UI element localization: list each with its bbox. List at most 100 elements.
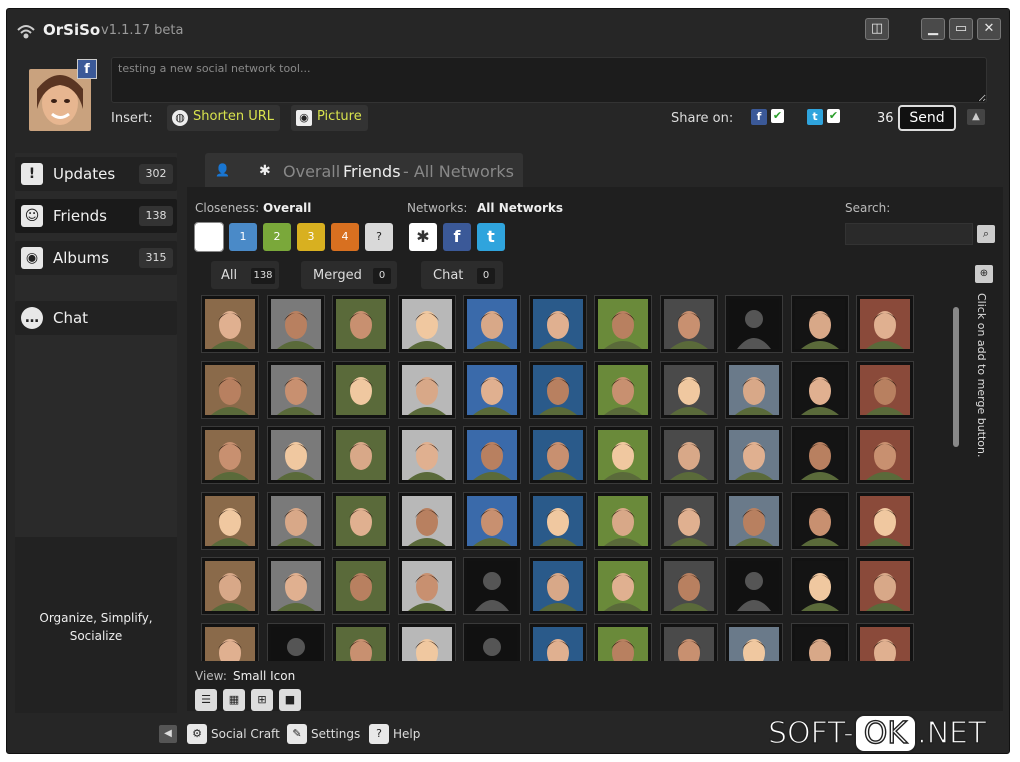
sidebar-item-updates[interactable]: ! Updates 302 xyxy=(15,157,177,191)
friend-avatar-tile[interactable] xyxy=(856,557,914,615)
friend-avatar-tile[interactable] xyxy=(725,622,783,661)
friend-avatar-tile[interactable] xyxy=(397,622,456,661)
subtab-merged[interactable]: Merged 0 xyxy=(301,261,397,289)
friend-avatar-tile[interactable] xyxy=(201,622,259,661)
close-button[interactable]: ✕ xyxy=(977,18,1001,40)
subtab-chat[interactable]: Chat 0 xyxy=(421,261,503,289)
friend-avatar-tile[interactable] xyxy=(594,295,652,353)
friend-avatar-tile[interactable] xyxy=(266,426,325,484)
help-link[interactable]: ? Help xyxy=(369,723,420,745)
closeness-all-button[interactable] xyxy=(194,222,224,252)
grid-scrollbar[interactable] xyxy=(951,295,961,661)
friend-avatar-tile[interactable] xyxy=(463,360,521,419)
all-networks-button[interactable]: ✱ xyxy=(409,223,437,251)
friend-avatar-tile[interactable] xyxy=(332,360,390,419)
share-twitter-toggle[interactable]: t xyxy=(807,109,823,125)
friend-avatar-tile[interactable] xyxy=(856,426,914,484)
twitter-check-icon[interactable]: ✔ xyxy=(827,109,840,123)
sidebar-item-albums[interactable]: ◉ Albums 315 xyxy=(15,241,177,275)
friend-avatar-tile[interactable] xyxy=(856,295,914,353)
friend-avatar-tile[interactable] xyxy=(528,557,587,615)
friend-avatar-tile[interactable] xyxy=(397,557,456,615)
picture-button[interactable]: ◉ Picture xyxy=(291,105,368,131)
closeness-2-button[interactable]: 2 xyxy=(263,223,291,251)
closeness-1-button[interactable]: 1 xyxy=(229,223,257,251)
friend-avatar-tile[interactable] xyxy=(659,360,718,419)
friend-avatar-tile[interactable] xyxy=(397,426,456,484)
scrollbar-thumb[interactable] xyxy=(953,307,959,447)
friend-avatar-tile[interactable] xyxy=(201,491,259,550)
friend-avatar-tile[interactable] xyxy=(790,622,849,661)
collapse-sidebar-icon[interactable]: ◀ xyxy=(159,725,177,743)
friend-avatar-tile[interactable] xyxy=(463,426,521,484)
friend-avatar-tile[interactable] xyxy=(856,360,914,419)
status-input[interactable]: testing a new social network tool... xyxy=(111,57,987,103)
friend-avatar-tile[interactable] xyxy=(463,491,521,550)
friend-avatar-tile[interactable] xyxy=(201,426,259,484)
friend-avatar-tile[interactable] xyxy=(528,491,587,550)
minimize-button[interactable]: ▁ xyxy=(921,18,945,40)
friend-avatar-tile[interactable] xyxy=(790,360,849,419)
send-button[interactable]: Send xyxy=(898,105,956,131)
subtab-all[interactable]: All 138 xyxy=(211,261,279,289)
friend-avatar-tile[interactable] xyxy=(528,622,587,661)
facebook-check-icon[interactable]: ✔ xyxy=(771,109,784,123)
shorten-url-button[interactable]: ◍ Shorten URL xyxy=(167,105,281,131)
friend-avatar-tile[interactable] xyxy=(266,622,325,661)
friend-avatar-tile[interactable] xyxy=(856,622,914,661)
friend-avatar-tile[interactable] xyxy=(594,557,652,615)
friend-avatar-tile[interactable] xyxy=(332,557,390,615)
friend-avatar-tile[interactable] xyxy=(463,622,521,661)
friend-avatar-tile[interactable] xyxy=(725,295,783,353)
friend-avatar-tile[interactable] xyxy=(725,491,783,550)
friend-avatar-tile[interactable] xyxy=(790,295,849,353)
friend-avatar-tile[interactable] xyxy=(397,295,456,353)
friend-avatar-tile[interactable] xyxy=(659,491,718,550)
friend-avatar-tile[interactable] xyxy=(463,557,521,615)
friend-avatar-tile[interactable] xyxy=(594,426,652,484)
facebook-filter-button[interactable]: f xyxy=(443,223,471,251)
friend-avatar-tile[interactable] xyxy=(201,360,259,419)
friend-avatar-tile[interactable] xyxy=(397,360,456,419)
friend-avatar-tile[interactable] xyxy=(594,491,652,550)
tab-overall-friends[interactable]: 👤 ✱ Overall Friends - All Networks xyxy=(205,153,523,189)
friend-avatar-tile[interactable] xyxy=(725,426,783,484)
friend-avatar-tile[interactable] xyxy=(463,295,521,353)
search-input[interactable] xyxy=(845,223,973,245)
friend-avatar-tile[interactable] xyxy=(266,557,325,615)
collapse-composer-icon[interactable]: ▲ xyxy=(967,109,985,125)
friend-avatar-tile[interactable] xyxy=(725,360,783,419)
closeness-unknown-button[interactable]: ? xyxy=(365,223,393,251)
closeness-4-button[interactable]: 4 xyxy=(331,223,359,251)
friend-avatar-tile[interactable] xyxy=(659,622,718,661)
large-icon-view-icon[interactable]: ■ xyxy=(279,689,301,711)
friend-avatar-tile[interactable] xyxy=(725,557,783,615)
friend-avatar-tile[interactable] xyxy=(528,360,587,419)
social-craft-link[interactable]: ⚙ Social Craft xyxy=(187,723,280,745)
share-facebook-toggle[interactable]: f xyxy=(751,109,767,125)
friend-avatar-tile[interactable] xyxy=(790,491,849,550)
sidebar-item-chat[interactable]: … Chat xyxy=(15,301,177,335)
closeness-3-button[interactable]: 3 xyxy=(297,223,325,251)
friend-avatar-tile[interactable] xyxy=(659,295,718,353)
friend-avatar-tile[interactable] xyxy=(397,491,456,550)
friend-avatar-tile[interactable] xyxy=(790,426,849,484)
friend-avatar-tile[interactable] xyxy=(594,622,652,661)
friend-avatar-tile[interactable] xyxy=(266,360,325,419)
compact-mode-button[interactable]: ◫ xyxy=(865,18,889,40)
twitter-filter-button[interactable]: t xyxy=(477,223,505,251)
friend-avatar-tile[interactable] xyxy=(266,295,325,353)
friend-avatar-tile[interactable] xyxy=(594,360,652,419)
friend-avatar-tile[interactable] xyxy=(201,295,259,353)
friend-avatar-tile[interactable] xyxy=(332,295,390,353)
friend-avatar-tile[interactable] xyxy=(332,622,390,661)
friend-avatar-tile[interactable] xyxy=(790,557,849,615)
friend-avatar-tile[interactable] xyxy=(201,557,259,615)
friend-avatar-tile[interactable] xyxy=(856,491,914,550)
medium-icon-view-icon[interactable]: ⊞ xyxy=(251,689,273,711)
sidebar-item-friends[interactable]: ☺ Friends 138 xyxy=(15,199,177,233)
friend-avatar-tile[interactable] xyxy=(659,426,718,484)
list-view-icon[interactable]: ☰ xyxy=(195,689,217,711)
friend-avatar-tile[interactable] xyxy=(332,426,390,484)
search-icon[interactable]: ⌕ xyxy=(977,225,995,243)
